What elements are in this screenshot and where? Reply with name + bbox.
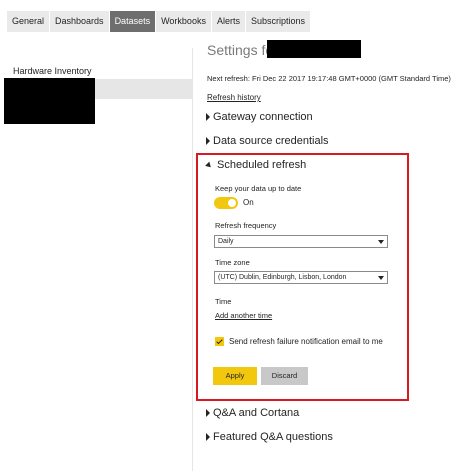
checkmark-icon — [215, 337, 223, 344]
sidebar-item-selected[interactable] — [95, 79, 192, 99]
tab-alerts[interactable]: Alerts — [211, 11, 246, 32]
toggle-state-text: On — [243, 198, 254, 207]
tab-general[interactable]: General — [7, 11, 51, 32]
time-zone-select[interactable]: (UTC) Dublin, Edinburgh, Lisbon, London — [214, 271, 388, 284]
redacted-dataset-name — [4, 78, 95, 124]
toggle-knob — [228, 199, 236, 207]
tab-dashboards[interactable]: Dashboards — [50, 11, 110, 32]
section-label: Q&A and Cortana — [213, 407, 300, 419]
keep-data-toggle[interactable] — [214, 197, 238, 209]
triangle-right-icon — [206, 113, 210, 121]
tab-subscriptions[interactable]: Subscriptions — [245, 11, 311, 32]
notify-label: Send refresh failure notification email … — [229, 337, 383, 346]
section-data-source-credentials[interactable]: Data source credentials — [206, 135, 329, 147]
selected-value: Daily — [218, 238, 234, 245]
next-refresh-text: Next refresh: Fri Dec 22 2017 19:17:48 G… — [207, 74, 451, 83]
triangle-right-icon — [206, 409, 210, 417]
section-gateway-connection[interactable]: Gateway connection — [206, 111, 313, 123]
section-label: Featured Q&A questions — [213, 431, 333, 443]
chevron-down-icon — [378, 240, 384, 244]
time-label: Time — [215, 297, 232, 306]
section-qa-cortana[interactable]: Q&A and Cortana — [206, 407, 299, 419]
refresh-frequency-select[interactable]: Daily — [214, 235, 388, 248]
add-another-time-link[interactable]: Add another time — [215, 311, 272, 320]
chevron-down-icon — [378, 276, 384, 280]
section-label: Data source credentials — [213, 135, 329, 147]
selected-value: (UTC) Dublin, Edinburgh, Lisbon, London — [218, 274, 347, 281]
refresh-history-link[interactable]: Refresh history — [207, 93, 261, 102]
section-scheduled-refresh[interactable]: Scheduled refresh — [205, 159, 307, 171]
redacted-title — [267, 40, 361, 58]
section-featured-qa[interactable]: Featured Q&A questions — [206, 431, 333, 443]
triangle-down-icon — [205, 161, 213, 169]
triangle-right-icon — [206, 433, 210, 441]
dataset-sidebar: Hardware Inventory — [0, 48, 193, 471]
tab-workbooks[interactable]: Workbooks — [156, 11, 212, 32]
notify-checkbox[interactable] — [215, 337, 224, 346]
triangle-right-icon — [206, 137, 210, 145]
refresh-frequency-label: Refresh frequency — [215, 221, 277, 230]
tab-datasets[interactable]: Datasets — [109, 11, 157, 32]
sidebar-group-label: Hardware Inventory — [13, 66, 92, 76]
settings-tab-bar: General Dashboards Datasets Workbooks Al… — [7, 11, 311, 32]
keep-data-label: Keep your data up to date — [215, 184, 302, 193]
time-zone-label: Time zone — [215, 258, 250, 267]
section-label: Scheduled refresh — [217, 159, 307, 171]
section-label: Gateway connection — [213, 111, 313, 123]
apply-button[interactable]: Apply — [213, 367, 257, 385]
discard-button[interactable]: Discard — [261, 367, 308, 385]
